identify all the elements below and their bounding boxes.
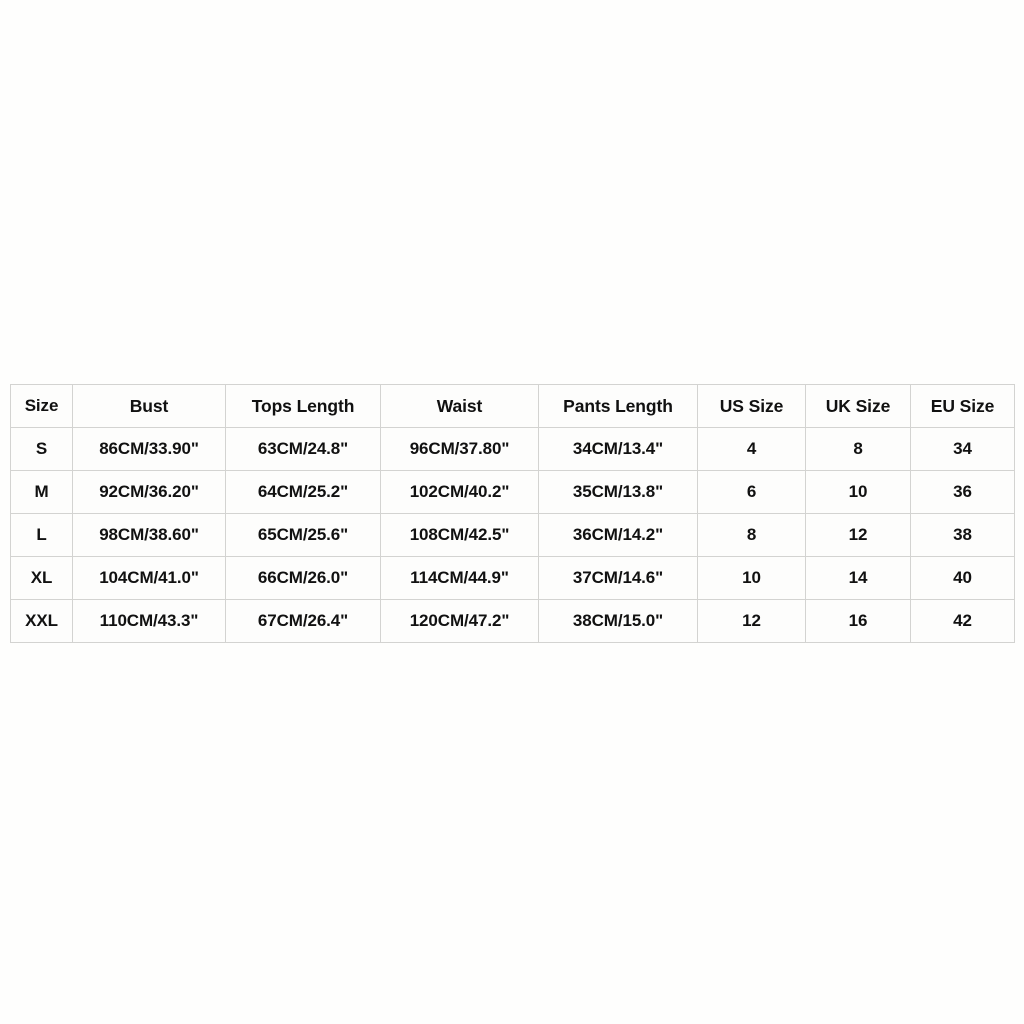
column-header-bust: Bust (72, 384, 226, 428)
column-header-tops-length: Tops Length (225, 384, 381, 428)
cell-pants-length: 38CM/15.0" (538, 599, 698, 643)
cell-size: L (10, 513, 73, 557)
size-chart-container: Size Bust Tops Length Waist Pants Length… (10, 384, 1015, 643)
cell-uk-size: 10 (805, 470, 911, 514)
cell-waist: 120CM/47.2" (380, 599, 539, 643)
cell-bust: 110CM/43.3" (72, 599, 226, 643)
cell-tops-length: 67CM/26.4" (225, 599, 381, 643)
cell-pants-length: 36CM/14.2" (538, 513, 698, 557)
cell-eu-size: 34 (910, 427, 1015, 471)
cell-us-size: 6 (697, 470, 806, 514)
cell-bust: 98CM/38.60" (72, 513, 226, 557)
cell-uk-size: 8 (805, 427, 911, 471)
column-header-eu-size: EU Size (910, 384, 1015, 428)
cell-pants-length: 35CM/13.8" (538, 470, 698, 514)
cell-size: XL (10, 556, 73, 600)
size-chart-page: Size Bust Tops Length Waist Pants Length… (0, 0, 1024, 1024)
cell-tops-length: 63CM/24.8" (225, 427, 381, 471)
cell-bust: 86CM/33.90" (72, 427, 226, 471)
cell-uk-size: 16 (805, 599, 911, 643)
cell-eu-size: 40 (910, 556, 1015, 600)
cell-uk-size: 12 (805, 513, 911, 557)
cell-bust: 104CM/41.0" (72, 556, 226, 600)
size-chart-body: S 86CM/33.90" 63CM/24.8" 96CM/37.80" 34C… (10, 427, 1015, 643)
size-chart-table: Size Bust Tops Length Waist Pants Length… (10, 384, 1015, 643)
column-header-waist: Waist (380, 384, 539, 428)
cell-eu-size: 38 (910, 513, 1015, 557)
cell-us-size: 12 (697, 599, 806, 643)
column-header-uk-size: UK Size (805, 384, 911, 428)
table-row: L 98CM/38.60" 65CM/25.6" 108CM/42.5" 36C… (10, 513, 1015, 557)
table-header-row: Size Bust Tops Length Waist Pants Length… (10, 384, 1015, 428)
cell-tops-length: 64CM/25.2" (225, 470, 381, 514)
table-row: XXL 110CM/43.3" 67CM/26.4" 120CM/47.2" 3… (10, 599, 1015, 643)
cell-waist: 114CM/44.9" (380, 556, 539, 600)
cell-uk-size: 14 (805, 556, 911, 600)
table-row: XL 104CM/41.0" 66CM/26.0" 114CM/44.9" 37… (10, 556, 1015, 600)
cell-size: M (10, 470, 73, 514)
cell-eu-size: 36 (910, 470, 1015, 514)
table-row: M 92CM/36.20" 64CM/25.2" 102CM/40.2" 35C… (10, 470, 1015, 514)
size-chart-header: Size Bust Tops Length Waist Pants Length… (10, 384, 1015, 428)
cell-bust: 92CM/36.20" (72, 470, 226, 514)
cell-waist: 96CM/37.80" (380, 427, 539, 471)
cell-tops-length: 65CM/25.6" (225, 513, 381, 557)
cell-waist: 102CM/40.2" (380, 470, 539, 514)
cell-pants-length: 37CM/14.6" (538, 556, 698, 600)
column-header-pants-length: Pants Length (538, 384, 698, 428)
cell-us-size: 10 (697, 556, 806, 600)
column-header-size: Size (10, 384, 73, 428)
column-header-us-size: US Size (697, 384, 806, 428)
cell-waist: 108CM/42.5" (380, 513, 539, 557)
cell-size: S (10, 427, 73, 471)
cell-us-size: 4 (697, 427, 806, 471)
cell-tops-length: 66CM/26.0" (225, 556, 381, 600)
cell-size: XXL (10, 599, 73, 643)
table-row: S 86CM/33.90" 63CM/24.8" 96CM/37.80" 34C… (10, 427, 1015, 471)
cell-pants-length: 34CM/13.4" (538, 427, 698, 471)
cell-us-size: 8 (697, 513, 806, 557)
cell-eu-size: 42 (910, 599, 1015, 643)
